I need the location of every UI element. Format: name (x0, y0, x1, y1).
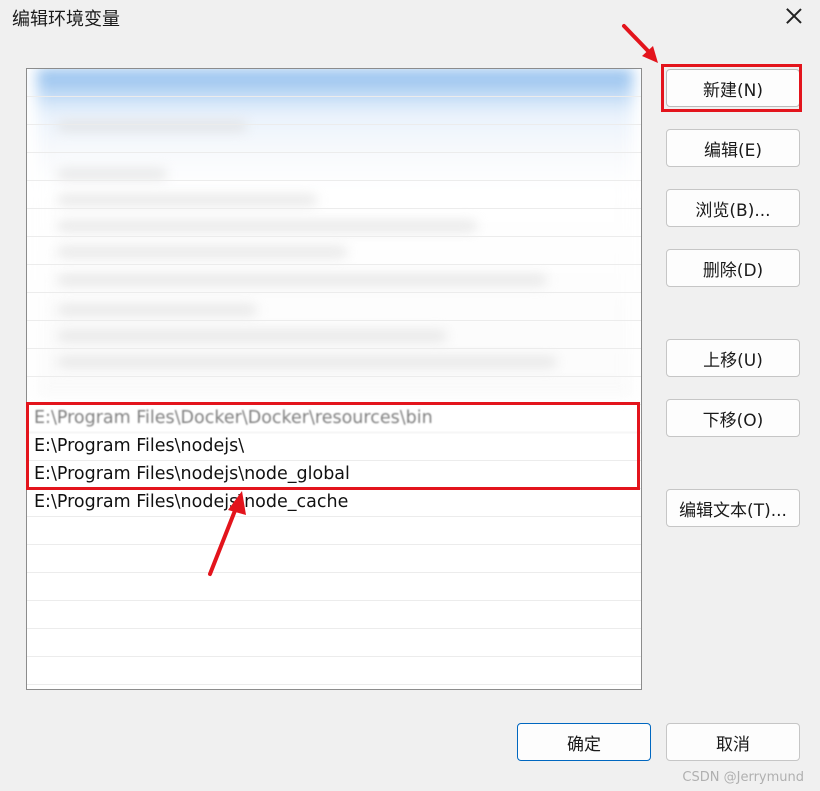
list-item-empty[interactable] (27, 517, 641, 545)
browse-button[interactable]: 浏览(B)... (666, 189, 800, 227)
list-item-blurred[interactable] (27, 293, 641, 321)
list-item-empty[interactable] (27, 545, 641, 573)
list-item-blurred[interactable] (27, 69, 641, 97)
list-item-empty[interactable] (27, 685, 641, 689)
new-button[interactable]: 新建(N) (666, 69, 800, 107)
list-item-partial[interactable]: E:\Program Files\Docker\Docker\resources… (27, 405, 641, 433)
list-item-blurred[interactable] (27, 97, 641, 125)
list-item-blurred[interactable] (27, 349, 641, 377)
edit-button[interactable]: 编辑(E) (666, 129, 800, 167)
list-item-blurred[interactable] (27, 125, 641, 153)
edit-text-button[interactable]: 编辑文本(T)... (666, 489, 800, 527)
move-down-button[interactable]: 下移(O) (666, 399, 800, 437)
watermark: CSDN @Jerrymund (682, 770, 804, 785)
list-item[interactable]: E:\Program Files\nodejs\node_cache (27, 489, 641, 517)
list-item-empty[interactable] (27, 573, 641, 601)
list-item-empty[interactable] (27, 657, 641, 685)
list-item-empty[interactable] (27, 601, 641, 629)
list-item-blurred[interactable] (27, 321, 641, 349)
move-up-button[interactable]: 上移(U) (666, 339, 800, 377)
path-listbox[interactable]: E:\Program Files\Docker\Docker\resources… (26, 68, 642, 690)
dialog-title: 编辑环境变量 (12, 9, 120, 30)
list-item[interactable]: E:\Program Files\nodejs\ (27, 433, 641, 461)
list-item[interactable]: E:\Program Files\nodejs\node_global (27, 461, 641, 489)
title-bar: 编辑环境变量 (0, 0, 820, 36)
close-icon[interactable] (782, 4, 806, 28)
list-item-blurred[interactable] (27, 377, 641, 405)
delete-button[interactable]: 删除(D) (666, 249, 800, 287)
ok-button[interactable]: 确定 (517, 723, 651, 761)
list-item-empty[interactable] (27, 629, 641, 657)
list-item-blurred[interactable] (27, 153, 641, 181)
list-item-blurred[interactable] (27, 181, 641, 209)
list-item-blurred[interactable] (27, 209, 641, 237)
cancel-button[interactable]: 取消 (666, 723, 800, 761)
list-item-blurred[interactable] (27, 237, 641, 265)
list-item-blurred[interactable] (27, 265, 641, 293)
